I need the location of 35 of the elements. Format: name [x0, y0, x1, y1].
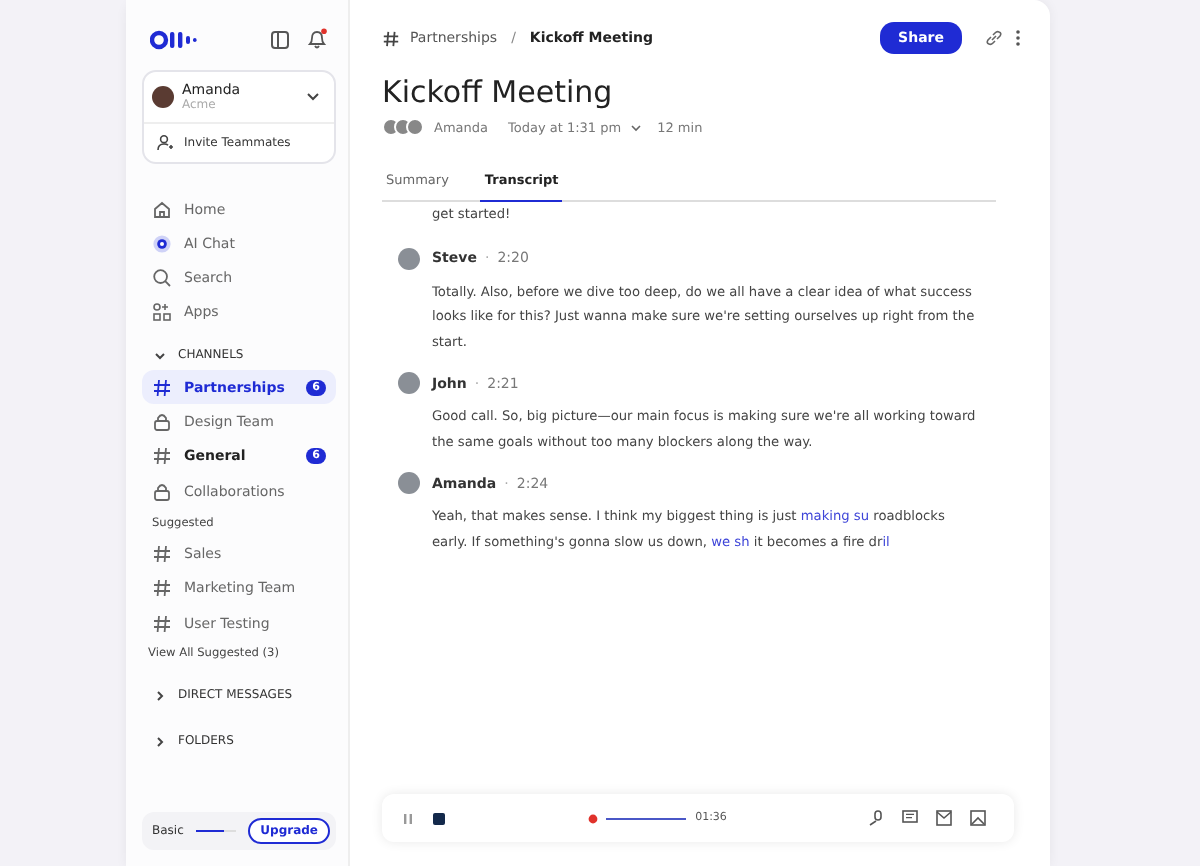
hash-icon	[152, 446, 172, 467]
comment-icon[interactable]	[902, 810, 919, 826]
chevron-down-icon	[154, 349, 166, 361]
apps-icon	[152, 301, 172, 321]
link-icon[interactable]	[984, 28, 1004, 48]
participant-avatars	[382, 118, 418, 136]
chevron-right-icon[interactable]	[154, 735, 166, 748]
avatar	[152, 86, 174, 108]
chevron-down-icon[interactable]	[629, 123, 642, 131]
chevron-right-icon[interactable]	[154, 689, 166, 702]
lock-icon	[152, 412, 172, 433]
search-icon	[152, 267, 172, 287]
home-icon	[152, 199, 172, 219]
speaker-avatar	[398, 472, 420, 494]
stop-icon[interactable]	[432, 811, 446, 825]
sidebar-toggle-icon[interactable]	[270, 29, 290, 49]
recording-dot-icon	[587, 813, 598, 823]
pause-icon[interactable]	[402, 811, 414, 825]
speaker-avatar	[398, 247, 420, 269]
image-icon[interactable]	[970, 810, 987, 826]
hash-icon	[152, 543, 172, 564]
notification-bell-icon[interactable]	[306, 28, 328, 50]
logo-icon	[150, 29, 198, 49]
add-person-icon	[156, 134, 174, 152]
hash-icon	[382, 29, 400, 47]
mail-icon[interactable]	[936, 810, 953, 826]
meeting-title: Kickoff Meeting	[382, 74, 615, 110]
hash-icon	[152, 613, 172, 634]
ai-chat-icon	[152, 233, 172, 253]
chevron-down-icon[interactable]	[306, 92, 320, 102]
more-options-icon[interactable]	[1014, 28, 1022, 48]
lock-icon	[152, 481, 172, 502]
hash-icon	[152, 377, 172, 398]
hash-icon	[152, 578, 172, 599]
speaker-avatar	[398, 372, 420, 394]
